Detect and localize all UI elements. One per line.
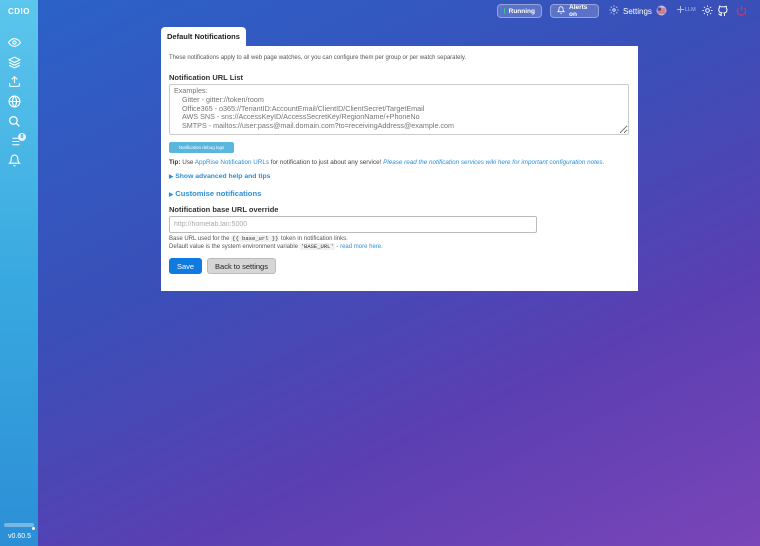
upload-icon[interactable]	[8, 75, 21, 88]
bell-icon	[556, 6, 566, 16]
back-to-settings-button[interactable]: Back to settings	[207, 258, 276, 274]
base-url-hint: Base URL used for the {{ base_url }} tok…	[169, 235, 383, 251]
tab-default-notifications[interactable]: Default Notifications	[161, 27, 246, 46]
tip-middle: for notification to just about any servi…	[270, 159, 382, 166]
base-url-label: Notification base URL override	[169, 205, 279, 214]
advanced-help-label: Show advanced help and tips	[175, 173, 271, 180]
wiki-link[interactable]: Please read the notification services wi…	[383, 159, 604, 166]
alerts-label: Alerts on	[569, 4, 588, 18]
running-status-button[interactable]: Running	[497, 4, 542, 18]
sidebar: CDIO 0 v0.60.5	[0, 0, 38, 546]
settings-link[interactable]: Settings	[609, 5, 652, 17]
settings-label: Settings	[623, 6, 652, 16]
apprise-urls-link[interactable]: AppRise Notification URLs	[195, 159, 269, 166]
llm-label[interactable]: LLM	[685, 7, 696, 13]
hint-2-code: 'BASE_URL'	[299, 243, 335, 250]
gear-icon	[609, 5, 619, 17]
hint-2b: -	[336, 244, 339, 250]
power-icon[interactable]	[736, 5, 747, 16]
search-icon[interactable]	[8, 115, 21, 128]
running-label: Running	[508, 7, 535, 15]
read-more-link[interactable]: read more here.	[340, 244, 383, 250]
language-flag-icon[interactable]	[656, 5, 667, 16]
hint-1a: Base URL used for the	[169, 236, 230, 242]
notification-debug-logs-button[interactable]: Notification debug logs	[169, 142, 234, 153]
customise-notifications-label: Customise notifications	[175, 189, 262, 198]
eye-icon[interactable]	[8, 36, 21, 49]
save-button[interactable]: Save	[169, 258, 202, 274]
hint-1b: token in notification links.	[281, 236, 348, 242]
notifications-intro: These notifications apply to all web pag…	[169, 55, 467, 61]
base-url-input[interactable]	[169, 216, 537, 233]
tip-label: Tip:	[169, 159, 181, 166]
triangle-right-icon: ▶	[169, 192, 174, 198]
triangle-right-icon: ▶	[169, 174, 174, 180]
tip-use: Use	[182, 159, 194, 166]
advanced-help-toggle[interactable]: ▶ Show advanced help and tips	[169, 173, 270, 180]
notification-urls-input[interactable]	[169, 84, 629, 135]
running-dot-icon	[504, 8, 505, 14]
tip-text: Tip: Use AppRise Notification URLs for n…	[169, 159, 604, 166]
hint-1-code: {{ base_url }}	[231, 235, 280, 242]
globe-icon[interactable]	[8, 95, 21, 108]
queue-count-badge: 0	[18, 133, 26, 141]
sidebar-dot	[32, 527, 35, 530]
github-icon[interactable]	[718, 5, 728, 16]
alerts-toggle-button[interactable]: Alerts on	[550, 4, 599, 18]
sidebar-slot	[4, 523, 34, 527]
plus-icon[interactable]	[677, 6, 684, 13]
sun-icon[interactable]	[702, 5, 713, 16]
app-version: v0.60.5	[8, 533, 31, 540]
app-logo[interactable]: CDIO	[8, 7, 30, 16]
notifications-card: These notifications apply to all web pag…	[161, 46, 638, 291]
url-list-label: Notification URL List	[169, 73, 244, 82]
hint-2a: Default value is the system environment …	[169, 244, 299, 250]
bell-icon[interactable]	[8, 154, 21, 167]
layers-icon[interactable]	[8, 56, 21, 69]
customise-notifications-toggle[interactable]: ▶ Customise notifications	[169, 189, 261, 198]
